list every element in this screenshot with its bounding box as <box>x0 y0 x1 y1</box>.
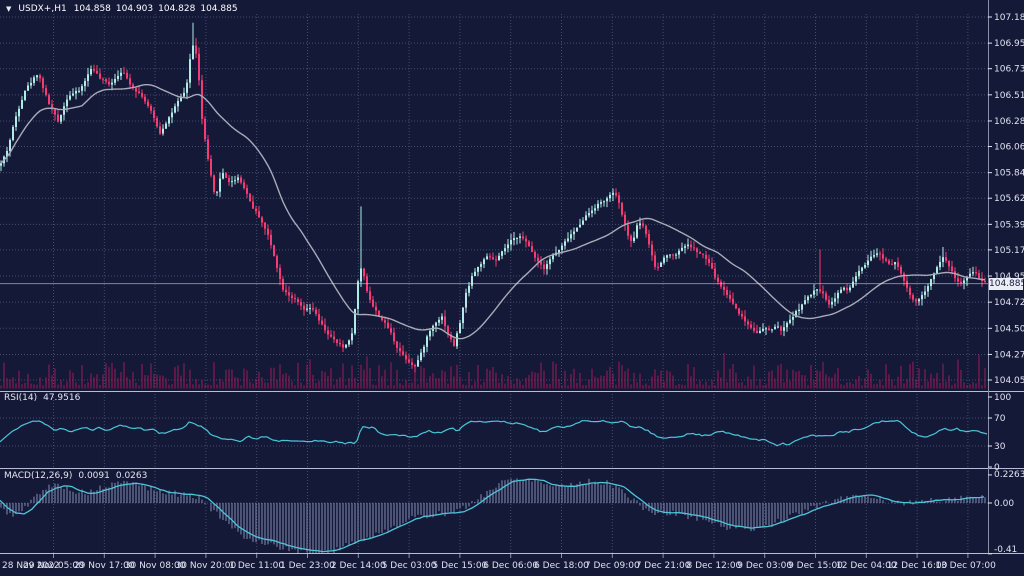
svg-text:106.285: 106.285 <box>994 117 1024 127</box>
svg-text:13 Dec 07:00: 13 Dec 07:00 <box>935 561 996 571</box>
svg-text:106.510: 106.510 <box>994 91 1024 101</box>
svg-text:8 Dec 12:00: 8 Dec 12:00 <box>686 561 741 571</box>
svg-text:5 Dec 15:00: 5 Dec 15:00 <box>432 561 487 571</box>
svg-text:7 Dec 09:00: 7 Dec 09:00 <box>585 561 640 571</box>
rsi-value: 47.9516 <box>43 393 80 403</box>
symbol-ohlc-header: ▼ USDX+,H1 104.858 104.903 104.828 104.8… <box>6 4 238 14</box>
svg-text:70: 70 <box>994 414 1006 424</box>
moving-average-line <box>1 85 985 339</box>
time-axis[interactable]: 28 Nov 202229 Nov 05:0029 Nov 17:0030 No… <box>2 554 996 571</box>
svg-text:105.395: 105.395 <box>994 220 1024 230</box>
svg-text:-0.41: -0.41 <box>994 545 1017 555</box>
svg-text:106.735: 106.735 <box>994 65 1024 75</box>
macd-main-value: 0.0091 <box>78 471 110 481</box>
symbol-label: USDX+,H1 <box>18 4 66 14</box>
macd-name: MACD(12,26,9) <box>4 471 72 481</box>
svg-text:5 Dec 03:00: 5 Dec 03:00 <box>382 561 437 571</box>
panel-separators <box>0 0 1024 554</box>
chart-canvas[interactable]: 107.180 106.955 106.735 106.510 106.285 106.0… <box>0 0 1024 576</box>
svg-text:107.180: 107.180 <box>994 13 1024 23</box>
svg-text:100: 100 <box>994 393 1011 403</box>
svg-text:0.2263: 0.2263 <box>994 470 1024 480</box>
svg-text:106.955: 106.955 <box>994 39 1024 49</box>
macd-histogram <box>1 478 985 553</box>
high-value: 104.903 <box>116 4 153 14</box>
svg-text:104.500: 104.500 <box>994 324 1024 334</box>
svg-text:7 Dec 21:00: 7 Dec 21:00 <box>636 561 691 571</box>
macd-indicator-label: MACD(12,26,9) 0.0091 0.0263 <box>4 471 147 481</box>
rsi-name: RSI(14) <box>4 393 37 403</box>
svg-text:104.055: 104.055 <box>994 376 1024 386</box>
svg-text:106.065: 106.065 <box>994 143 1024 153</box>
rsi-line <box>0 421 987 446</box>
svg-text:30 Nov 20:00: 30 Nov 20:00 <box>176 561 237 571</box>
svg-text:1 Dec 11:00: 1 Dec 11:00 <box>229 561 284 571</box>
rsi-indicator-label: RSI(14) 47.9516 <box>4 393 80 403</box>
volume-bars <box>1 353 985 388</box>
svg-text:9 Dec 03:00: 9 Dec 03:00 <box>737 561 792 571</box>
svg-text:1 Dec 23:00: 1 Dec 23:00 <box>280 561 335 571</box>
collapse-icon[interactable]: ▼ <box>6 5 11 13</box>
svg-text:0.00: 0.00 <box>994 499 1014 509</box>
trading-chart-window: 107.180 106.955 106.735 106.510 106.285 106.0… <box>0 0 1024 576</box>
macd-signal-value: 0.0263 <box>116 471 148 481</box>
svg-text:105.840: 105.840 <box>994 169 1024 179</box>
svg-text:105.620: 105.620 <box>994 194 1024 204</box>
low-value: 104.828 <box>158 4 195 14</box>
macd-line <box>0 479 984 551</box>
svg-text:9 Dec 15:00: 9 Dec 15:00 <box>788 561 843 571</box>
svg-text:6 Dec 06:00: 6 Dec 06:00 <box>483 561 538 571</box>
svg-text:2 Dec 14:00: 2 Dec 14:00 <box>331 561 386 571</box>
candles <box>0 23 986 373</box>
close-value: 104.885 <box>200 4 237 14</box>
current-price-badge: 104.885 <box>989 278 1023 290</box>
svg-text:6 Dec 18:00: 6 Dec 18:00 <box>534 561 589 571</box>
svg-text:30: 30 <box>994 442 1006 452</box>
open-value: 104.858 <box>74 4 111 14</box>
svg-text:105.175: 105.175 <box>994 246 1024 256</box>
svg-text:104.725: 104.725 <box>994 298 1024 308</box>
svg-text:104.275: 104.275 <box>994 350 1024 360</box>
